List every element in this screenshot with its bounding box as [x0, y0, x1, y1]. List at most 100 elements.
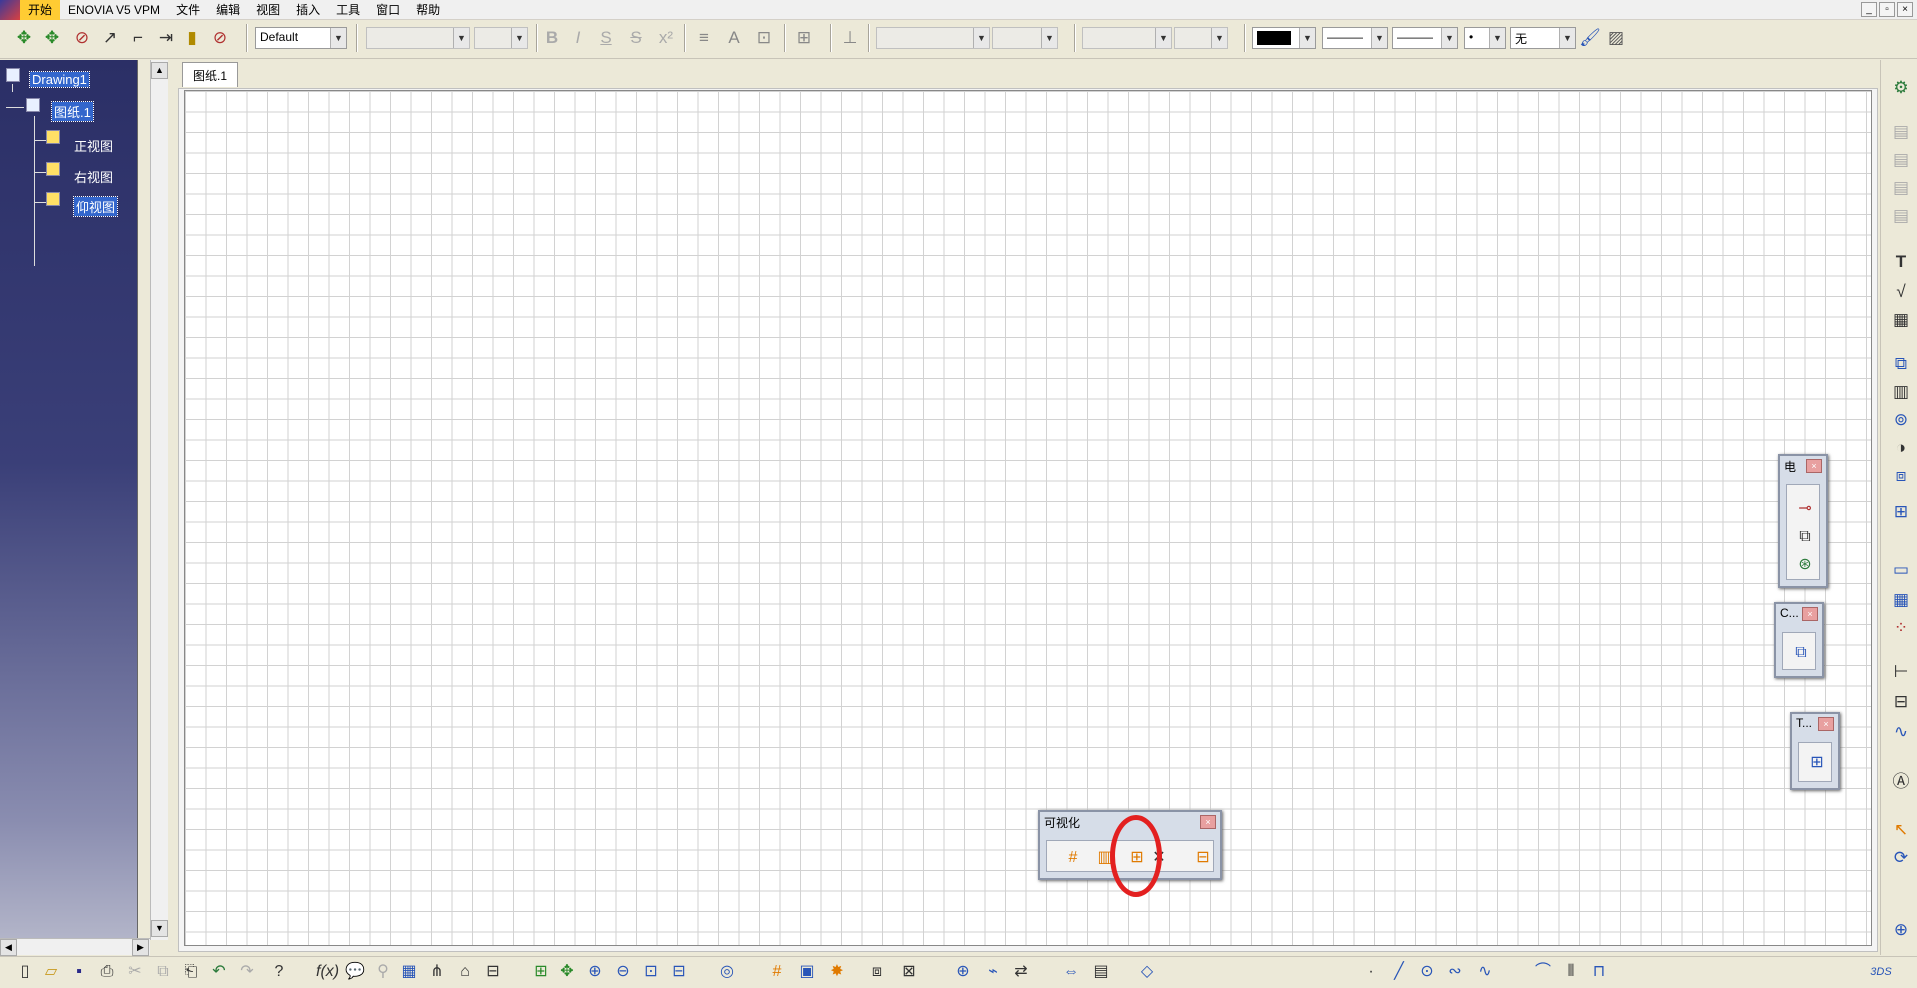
catalog-icon[interactable]: ⋔ [426, 960, 448, 984]
fit-all-icon[interactable]: ⊞ [530, 960, 552, 984]
formula-icon[interactable]: f(x) [316, 960, 339, 984]
curve-tool-icon[interactable]: ∿ [1474, 960, 1496, 984]
copy-icon[interactable]: ⧉ [152, 960, 174, 984]
magnet-icon[interactable]: ⌁ [982, 960, 1004, 984]
dimension-line-icon[interactable]: ⇥ [154, 26, 178, 50]
bold-icon[interactable]: B [540, 26, 564, 50]
zoom-in-icon[interactable]: ⊕ [584, 960, 606, 984]
swap-visible-icon[interactable]: ◎ [716, 960, 738, 984]
dimension-chain-icon[interactable]: ⊟ [1889, 690, 1913, 714]
close-icon[interactable]: × [1200, 815, 1216, 829]
table-icon[interactable]: ▦ [398, 960, 420, 984]
line-weight-combo[interactable]: ——— ▼ [1392, 27, 1458, 49]
menu-enovia[interactable]: ENOVIA V5 VPM [60, 0, 168, 20]
grid-toggle-icon[interactable]: # [766, 960, 788, 984]
normal-view-icon[interactable]: ⊡ [640, 960, 662, 984]
tree-node-front-view[interactable]: 正视图 [74, 136, 113, 155]
text-frame-icon[interactable]: ⊡ [752, 26, 776, 50]
broken-view-icon[interactable]: ⧈ [1889, 464, 1913, 488]
menu-edit[interactable]: 编辑 [208, 0, 248, 20]
dimension-style-combo[interactable]: ▼ [876, 27, 990, 49]
design-table-icon[interactable]: ⊟ [482, 960, 504, 984]
italic-icon[interactable]: I [566, 26, 590, 50]
print-icon[interactable]: ⎙ [96, 960, 118, 984]
scroll-left-icon[interactable]: ◀ [0, 939, 17, 956]
line-style-combo[interactable]: ——— ▼ [1322, 27, 1388, 49]
dimension-toggle-icon[interactable]: ⇔ [1060, 960, 1082, 984]
scroll-up-icon[interactable]: ▲ [151, 62, 168, 79]
line-tool-icon[interactable]: ╱ [1388, 960, 1410, 984]
mirror-icon[interactable]: ⫴ [1560, 960, 1582, 984]
open-folder-icon[interactable]: ▱ [40, 960, 62, 984]
rectangle-icon[interactable]: ▭ [1889, 558, 1913, 582]
catalog-browser-icon[interactable]: ⌂ [454, 960, 476, 984]
analysis-icon[interactable]: ▤ [1090, 960, 1112, 984]
analysis-off-icon[interactable]: ⊘ [208, 26, 232, 50]
font-size-combo[interactable]: ▼ [474, 27, 528, 49]
spline-tool-icon[interactable]: ∾ [1444, 960, 1466, 984]
text-anchor-icon[interactable]: A [722, 26, 746, 50]
tree-node-right-view[interactable]: 右视图 [74, 167, 113, 186]
connector-icon[interactable]: ⧉ [1793, 525, 1817, 549]
menu-view[interactable]: 视图 [248, 0, 288, 20]
tree-vertical-scrollbar[interactable]: ▲ ▼ [150, 60, 168, 940]
wizard-icon[interactable]: ⊞ [1889, 500, 1913, 524]
points-icon[interactable]: ⁘ [1889, 616, 1913, 640]
menu-window[interactable]: 窗口 [368, 0, 408, 20]
catia-logo-icon[interactable] [0, 0, 20, 20]
wire-icon[interactable]: ⊸ [1793, 497, 1817, 521]
point-tool-icon[interactable]: · [1360, 960, 1382, 984]
rotate-icon[interactable]: ⟳ [1889, 846, 1913, 870]
font-combo[interactable]: ▼ [366, 27, 470, 49]
move-icon[interactable]: ✥ [40, 26, 64, 50]
redo-icon[interactable]: ↷ [236, 960, 258, 984]
update-icon[interactable]: ⚙ [1889, 76, 1913, 100]
undo-icon[interactable]: ↶ [208, 960, 230, 984]
whats-this-icon[interactable]: ? [268, 960, 290, 984]
pan-view-icon[interactable]: ✥ [556, 960, 578, 984]
format-combo[interactable]: ▼ [1174, 27, 1228, 49]
menu-insert[interactable]: 插入 [288, 0, 328, 20]
menu-start[interactable]: 开始 [20, 0, 61, 20]
view-disabled-icon[interactable]: ▤ [1889, 204, 1913, 228]
view-disabled-icon[interactable]: ▤ [1889, 148, 1913, 172]
copy-view-icon[interactable]: ⧉ [1789, 641, 1813, 665]
swap-icon[interactable]: ⇄ [1010, 960, 1032, 984]
new-file-icon[interactable]: ▯ [14, 960, 36, 984]
scroll-right-icon[interactable]: ▶ [132, 939, 149, 956]
zoom-out-icon[interactable]: ⊖ [612, 960, 634, 984]
save-icon[interactable]: ▪ [68, 960, 90, 984]
snap-off-icon[interactable]: ⊘ [70, 26, 94, 50]
tree-icon[interactable]: ⊠ [898, 960, 920, 984]
view-disabled-icon[interactable]: ▤ [1889, 176, 1913, 200]
tolerance-combo[interactable]: ▼ [992, 27, 1058, 49]
menu-file[interactable]: 文件 [168, 0, 208, 20]
color-combo[interactable]: ▼ [1252, 27, 1316, 49]
star-icon[interactable]: ✸ [826, 960, 848, 984]
style-combo[interactable]: Default ▼ [255, 27, 347, 49]
grid-display-icon[interactable]: # [1061, 846, 1085, 870]
menu-help[interactable]: 帮助 [408, 0, 448, 20]
view-creation-icon[interactable]: ⧉ [1889, 352, 1913, 376]
tree-node-sheet[interactable]: 图纸.1 [51, 101, 94, 122]
trim-icon[interactable]: ⊓ [1588, 960, 1610, 984]
origin-icon[interactable]: ⊕ [952, 960, 974, 984]
tree-horizontal-scrollbar[interactable]: ◀ ▶ [0, 938, 150, 956]
hatch-pattern-icon[interactable]: ▨ [1604, 26, 1628, 50]
anchor-point-icon[interactable]: ⊥ [838, 26, 862, 50]
view-disabled-icon[interactable]: ▤ [1889, 120, 1913, 144]
annotation-icon[interactable]: Ⓐ [1889, 770, 1913, 794]
tolerance-icon[interactable]: ∿ [1889, 720, 1913, 744]
menu-tools[interactable]: 工具 [328, 0, 368, 20]
comment-icon[interactable]: 💬 [344, 960, 366, 984]
misc-icon[interactable]: ⊕ [1889, 918, 1913, 942]
knowledge-icon[interactable]: ⚲ [372, 960, 394, 984]
select-arrow-icon[interactable]: ↖ [1889, 818, 1913, 842]
eraser-icon[interactable]: ◇ [1136, 960, 1158, 984]
equipment-icon[interactable]: ⊛ [1793, 553, 1817, 577]
align-icon[interactable]: ≡ [692, 26, 716, 50]
underline-icon[interactable]: S [594, 26, 618, 50]
text-format-icon[interactable]: ⊞ [792, 26, 816, 50]
tree-node-drawing[interactable]: Drawing1 [29, 71, 90, 88]
paste-icon[interactable]: ⎗ [180, 960, 202, 984]
